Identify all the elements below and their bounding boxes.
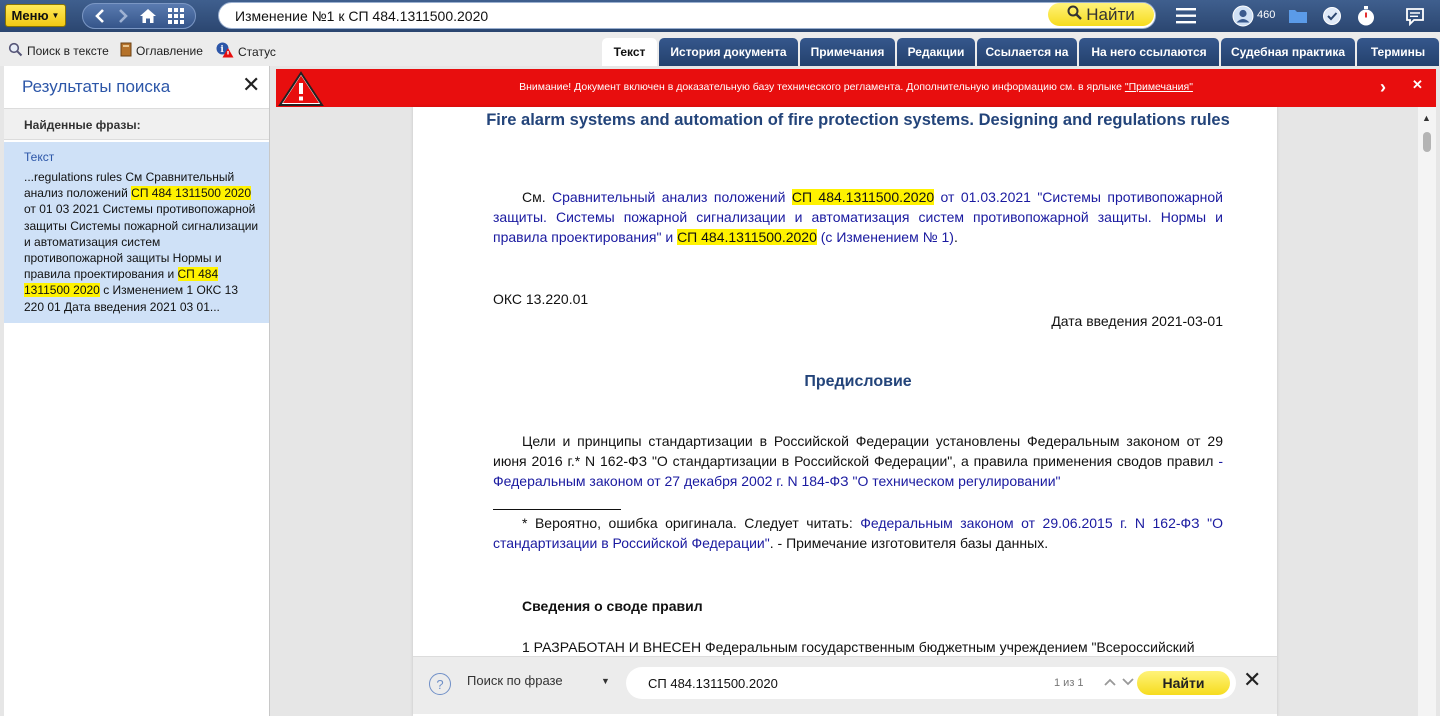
found-phrases-label: Найденные фразы: (24, 118, 141, 132)
item-1-paragraph: 1 РАЗРАБОТАН И ВНЕСЕН Федеральным госуда… (522, 639, 1195, 655)
search-in-text-label: Поиск в тексте (27, 44, 109, 58)
notes-link[interactable]: "Примечания" (1125, 81, 1193, 93)
match-counter: 1 из 1 (1054, 677, 1084, 689)
found-phrases-header: Найденные фразы: (4, 108, 269, 140)
user-counter: 460 (1257, 9, 1276, 21)
link-text: (с Изменением № 1) (816, 229, 954, 245)
forward-icon[interactable] (117, 8, 129, 24)
tab-referenced-by[interactable]: На него ссылаются (1079, 38, 1219, 66)
snippet-highlight: СП 484 1311500 2020 (131, 186, 252, 201)
close-icon[interactable]: ✕ (242, 74, 260, 96)
svg-text:i: i (220, 45, 224, 55)
chevron-right-icon[interactable]: › (1380, 77, 1386, 98)
chat-message-icon[interactable] (1405, 7, 1425, 26)
document-tabs: Текст История документа Примечания Редак… (602, 38, 1439, 66)
user-profile-icon[interactable] (1232, 5, 1254, 27)
tab-editions[interactable]: Редакции (897, 38, 975, 66)
apps-grid-icon[interactable] (167, 8, 184, 24)
status-label: Статус (238, 44, 276, 59)
footnote-paragraph: * Вероятно, ошибка оригинала. Следует чи… (493, 513, 1223, 553)
tab-terms[interactable]: Термины (1357, 38, 1439, 66)
search-mode-select[interactable]: Поиск по фразе (467, 673, 563, 688)
tab-document-history[interactable]: История документа (659, 38, 798, 66)
tab-refers-to[interactable]: Ссылается на (977, 38, 1077, 66)
status-button[interactable]: i Статус (216, 42, 276, 61)
tab-court-practice[interactable]: Судебная практика (1221, 38, 1355, 66)
next-match-icon[interactable] (1122, 674, 1134, 690)
preface-heading: Предисловие (804, 373, 912, 390)
caret-down-icon: ▼ (51, 11, 60, 20)
footnote-text: * Вероятно, ошибка оригинала. Следует чи… (522, 515, 861, 531)
document-page: Fire alarm systems and automation of fir… (413, 107, 1277, 716)
tab-notes[interactable]: Примечания (800, 38, 895, 66)
status-info-warning-icon: i (216, 42, 234, 61)
footnote-suffix: . - Примечание изготовителя базы данных. (769, 535, 1049, 551)
main-search-input[interactable] (235, 6, 1035, 26)
book-icon (120, 42, 132, 60)
introduction-date: Дата введения 2021-03-01 (1051, 313, 1223, 329)
search-results-title: Результаты поиска (22, 77, 171, 96)
snippet-text: от 01 03 2021 Системы противопожарной за… (24, 202, 259, 282)
search-highlight: СП 484.1311500.2020 (677, 229, 817, 245)
preface-paragraph: Цели и принципы стандартизации в Российс… (493, 431, 1223, 491)
magnifier-icon (8, 42, 23, 60)
clock-check-icon[interactable] (1322, 6, 1342, 26)
see-also-paragraph: См. Сравнительный анализ положений СП 48… (493, 187, 1223, 247)
document-scrollbar[interactable]: ▲ (1418, 107, 1436, 716)
banner-message: Внимание! Документ включен в доказательн… (519, 81, 1125, 93)
folder-icon[interactable] (1288, 8, 1308, 24)
back-icon[interactable] (94, 8, 106, 24)
find-bar: ? Поиск по фразе ▼ 1 из 1 Найти ✕ (413, 656, 1277, 714)
main-find-button[interactable]: Найти (1048, 3, 1154, 26)
main-find-label: Найти (1086, 4, 1135, 24)
contents-button[interactable]: Оглавление (120, 42, 203, 60)
search-highlight: СП 484.1311500.2020 (791, 189, 935, 205)
contents-label: Оглавление (136, 44, 203, 58)
find-button[interactable]: Найти (1137, 671, 1230, 695)
stopwatch-icon[interactable] (1356, 5, 1376, 27)
search-icon (1067, 5, 1083, 25)
hamburger-menu-icon[interactable] (1176, 7, 1196, 25)
find-input[interactable] (648, 674, 1028, 692)
toolbar-row: Поиск в тексте Оглавление i Статус Текст… (0, 32, 1440, 66)
footnote-divider (493, 509, 621, 510)
navigation-group (82, 3, 196, 29)
oks-code: ОКС 13.220.01 (493, 291, 589, 307)
see-prefix: См. (522, 189, 553, 205)
caret-down-icon[interactable]: ▼ (601, 676, 610, 686)
home-icon[interactable] (139, 8, 157, 24)
comparative-analysis-link[interactable]: Сравнительный анализ положений СП 484.13… (493, 189, 1223, 245)
link-text: Сравнительный анализ положений (552, 189, 792, 205)
find-field: 1 из 1 Найти (626, 667, 1236, 699)
result-snippet: ...regulations rules См Сравнительный ан… (24, 169, 260, 315)
code-info-heading: Сведения о своде правил (522, 598, 703, 614)
see-suffix: . (953, 229, 958, 245)
top-bar: Меню ▼ Найти 460 (0, 0, 1440, 32)
previous-match-icon[interactable] (1104, 674, 1116, 690)
search-results-panel: Результаты поиска ✕ Найденные фразы: Тек… (4, 66, 270, 716)
preface-text: Цели и принципы стандартизации в Российс… (493, 433, 1223, 469)
banner-close-icon[interactable]: ✕ (1412, 77, 1423, 93)
search-result-item[interactable]: Текст ...regulations rules См Сравнитель… (4, 142, 269, 323)
result-section-label: Текст (24, 150, 55, 164)
banner-text: Внимание! Документ включен в доказательн… (276, 81, 1436, 93)
help-icon[interactable]: ? (429, 673, 451, 695)
menu-label: Меню (11, 8, 49, 23)
scroll-thumb[interactable] (1423, 132, 1431, 152)
close-icon[interactable]: ✕ (1243, 669, 1261, 691)
document-title: Fire alarm systems and automation of fir… (486, 111, 1230, 129)
tab-text[interactable]: Текст (602, 38, 657, 66)
menu-button[interactable]: Меню ▼ (5, 4, 66, 27)
search-in-text-button[interactable]: Поиск в тексте (8, 42, 109, 60)
scroll-up-icon[interactable]: ▲ (1422, 113, 1431, 123)
warning-banner: Внимание! Документ включен в доказательн… (276, 69, 1436, 107)
main-search-box (218, 2, 1156, 29)
